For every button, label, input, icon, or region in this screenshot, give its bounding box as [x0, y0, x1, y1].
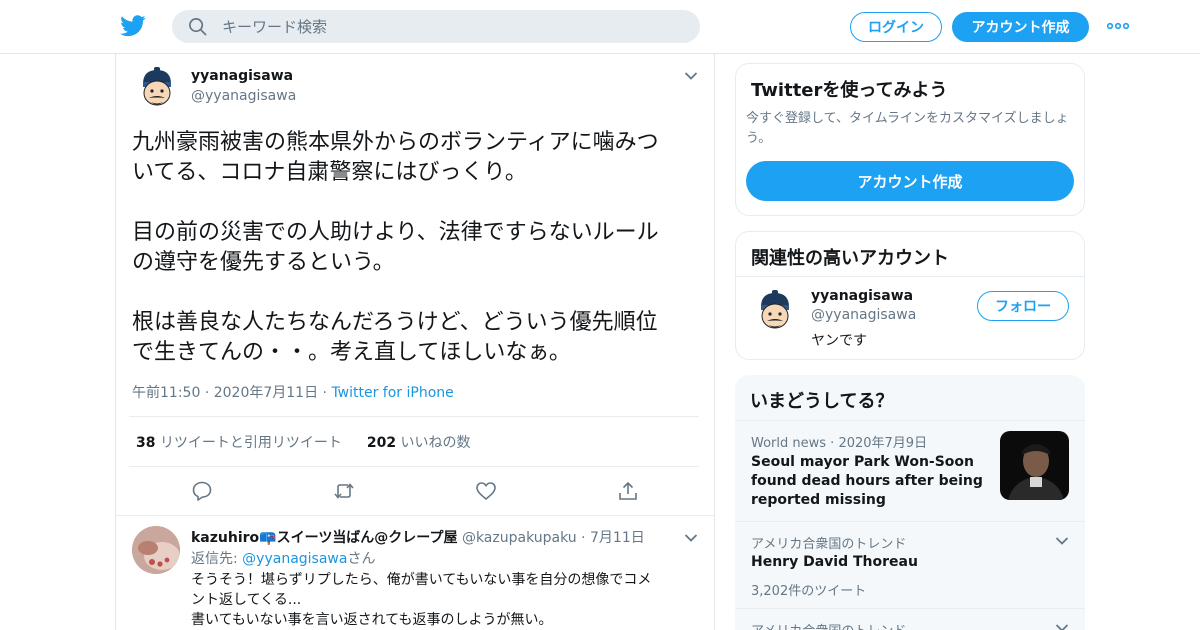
retweet-stat-label: リツイートと引用リツイート: [159, 435, 342, 451]
separator-dot: ·: [204, 385, 214, 401]
reply-author-handle[interactable]: @kazupakupaku: [462, 530, 577, 546]
retweet-count: 38: [136, 435, 156, 451]
retweet-icon[interactable]: [333, 480, 355, 502]
trends-card: いまどうしてる？ World news · 2020年7月9日 Seoul ma…: [735, 375, 1085, 630]
avatar-illustration-icon: [752, 287, 798, 333]
trends-card-title: いまどうしてる？: [750, 391, 894, 412]
signup-card-title: Twitterを使ってみよう: [751, 80, 948, 101]
related-card-title: 関連性の高いアカウント: [751, 248, 949, 269]
tweet-stats: 38 リツイートと引用リツイート 202 いいねの数: [136, 432, 471, 452]
related-account-handle[interactable]: @yyanagisawa: [811, 307, 916, 323]
chevron-down-icon[interactable]: [684, 71, 698, 81]
reply-date[interactable]: 7月11日: [590, 530, 645, 546]
reply-to-suffix: さん: [347, 551, 376, 567]
like-stat-label: いいねの数: [400, 435, 471, 451]
trend-headline: Henry David Thoreau: [751, 554, 918, 570]
reply-icon[interactable]: [191, 480, 213, 502]
retweet-stat[interactable]: 38 リツイートと引用リツイート: [136, 435, 342, 451]
trend-thumbnail: [1000, 431, 1069, 500]
more-dots-icon[interactable]: [1107, 22, 1129, 30]
reply-text-line: ント返してくる...: [191, 592, 302, 608]
reply-text-line: 書いてもいない事を言い返されても返事のしようが無い。: [191, 612, 553, 628]
like-stat[interactable]: 202 いいねの数: [367, 435, 471, 451]
related-account-name[interactable]: yyanagisawa: [811, 288, 913, 304]
trend-context: アメリカ合衆国のトレンド: [751, 537, 907, 552]
reply-to-line: 返信先: @yyanagisawaさん: [191, 548, 375, 568]
like-icon[interactable]: [475, 480, 497, 502]
follow-button[interactable]: フォロー: [977, 291, 1069, 321]
avatar-illustration-icon: [134, 64, 180, 110]
trend-item[interactable]: World news · 2020年7月9日 Seoul mayor Park …: [735, 421, 1085, 521]
twitter-bird-icon[interactable]: [120, 14, 146, 38]
reply-avatar-photo-icon: [132, 526, 180, 574]
reply-avatar[interactable]: [132, 526, 180, 574]
tweet-time[interactable]: 午前11:50: [132, 385, 200, 401]
chevron-down-icon[interactable]: [1055, 623, 1069, 630]
trend-context: アメリカ合衆国のトレンド: [751, 620, 906, 630]
reply-to-link[interactable]: @yyanagisawa: [242, 551, 347, 567]
reply-text: そうそう！堪らずリプしたら、俺が書いてもいない事を自分の想像でコメ ント返してく…: [191, 570, 706, 630]
chevron-down-icon[interactable]: [1055, 536, 1069, 546]
signup-card-desc-line: う。: [746, 131, 772, 146]
reply-tweet[interactable]: kazuhiro📪スイーツ当ばん@クレープ屋 @kazupakupaku · 7…: [116, 516, 714, 630]
reply-text-line: そうそう！堪らずリプしたら、俺が書いてもいない事を自分の想像でコメ: [191, 572, 652, 588]
related-account-bio: ヤンです: [811, 333, 867, 349]
divider: [129, 466, 699, 467]
login-button[interactable]: ログイン: [850, 12, 942, 42]
related-accounts-card: 関連性の高いアカウント yyanagisawa @yyanagisawa ヤンで…: [735, 231, 1085, 360]
reply-author-name[interactable]: kazuhiro📪スイーツ当ばん@クレープ屋: [191, 530, 457, 546]
signup-card-button[interactable]: アカウント作成: [746, 161, 1074, 201]
trend-item[interactable]: アメリカ合衆国のトレンド Henry David Thoreau 3,202件の…: [735, 522, 1085, 608]
author-handle[interactable]: @yyanagisawa: [191, 88, 296, 104]
signup-card-desc-line: 今すぐ登録して、タイムラインをカスタマイズしましょ: [746, 111, 1069, 126]
signup-button[interactable]: アカウント作成: [952, 12, 1089, 42]
share-icon[interactable]: [617, 480, 639, 502]
search-icon: [189, 18, 207, 36]
top-bar: ログイン アカウント作成: [0, 0, 1200, 54]
author-name[interactable]: yyanagisawa: [191, 68, 293, 84]
search-bar[interactable]: [172, 10, 700, 43]
tweet-date[interactable]: 2020年7月11日: [214, 385, 318, 401]
tweet-meta: 午前11:50 · 2020年7月11日 · Twitter for iPhon…: [132, 382, 454, 402]
trend-context: World news · 2020年7月9日: [751, 432, 927, 451]
separator-dot: ·: [581, 530, 590, 546]
reply-to-prefix: 返信先:: [191, 551, 243, 567]
trend-item[interactable]: アメリカ合衆国のトレンド: [735, 609, 1085, 630]
related-avatar[interactable]: [752, 287, 798, 333]
tweet-text: 九州豪雨被害の熊本県外からのボランティアに噛みつ いてる、コロナ自粛警察にはびっ…: [132, 130, 659, 365]
like-count: 202: [366, 435, 397, 451]
trend-tweet-count: 3,202件のツイート: [751, 584, 867, 599]
reply-header: kazuhiro📪スイーツ当ばん@クレープ屋 @kazupakupaku · 7…: [191, 527, 645, 547]
trend-date: 2020年7月9日: [838, 436, 928, 451]
tweet-source-link[interactable]: Twitter for iPhone: [331, 385, 453, 401]
trend-category: World news: [751, 436, 827, 451]
signup-card-description: 今すぐ登録して、タイムラインをカスタマイズしましょ う。: [746, 109, 1081, 149]
trend-photo-icon: [1000, 431, 1069, 500]
chevron-down-icon[interactable]: [684, 533, 698, 543]
search-input[interactable]: [222, 10, 682, 43]
divider: [736, 276, 1084, 277]
avatar[interactable]: [134, 64, 180, 110]
tweet-column: yyanagisawa @yyanagisawa 九州豪雨被害の熊本県外からのボ…: [115, 54, 715, 630]
signup-card: Twitterを使ってみよう 今すぐ登録して、タイムラインをカスタマイズしましょ…: [735, 63, 1085, 216]
separator-dot: ·: [826, 436, 839, 451]
trend-headline: Seoul mayor Park Won-Soon found dead hou…: [751, 454, 983, 508]
divider: [129, 416, 699, 417]
